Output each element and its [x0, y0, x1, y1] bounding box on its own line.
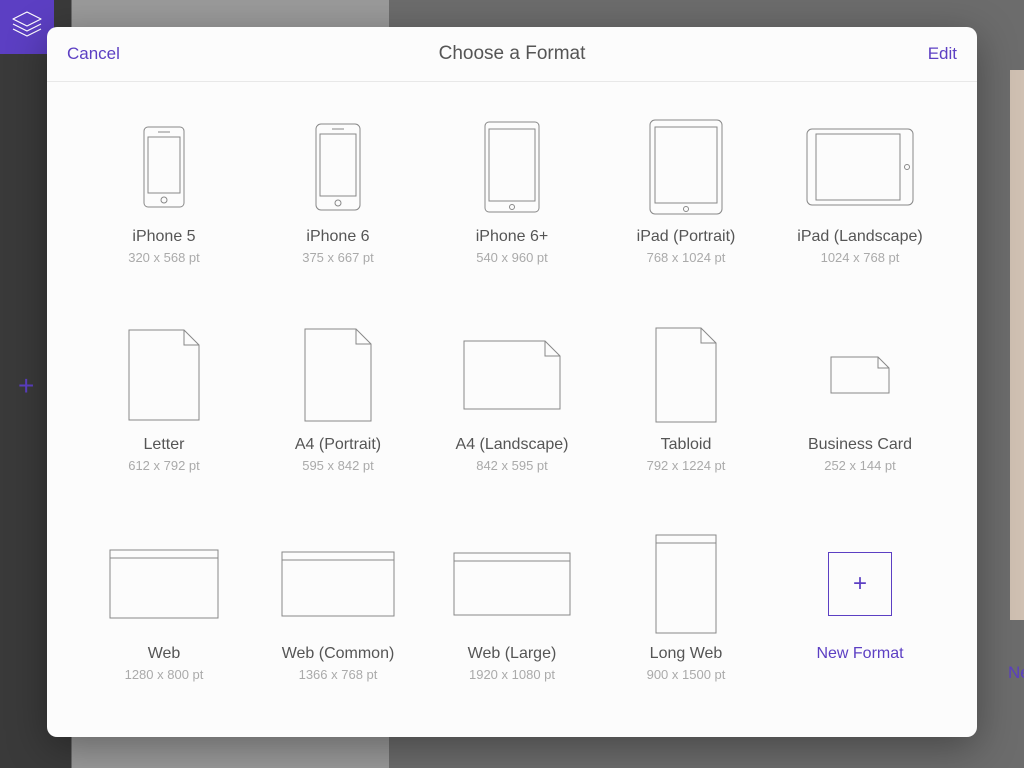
sidebar-plus-icon: +	[18, 370, 34, 402]
format-dims: 1280 x 800 pt	[125, 667, 204, 682]
format-iphone-5[interactable]: iPhone 5 320 x 568 pt	[77, 112, 251, 310]
browser-icon	[77, 529, 251, 639]
format-dims: 1920 x 1080 pt	[469, 667, 555, 682]
format-a4-landscape[interactable]: A4 (Landscape) 842 x 595 pt	[425, 320, 599, 518]
format-label: A4 (Portrait)	[295, 436, 381, 454]
format-web-large[interactable]: Web (Large) 1920 x 1080 pt	[425, 529, 599, 727]
format-dims: 1024 x 768 pt	[821, 250, 900, 265]
format-picker-modal: Cancel Choose a Format Edit iPhone 5 320…	[47, 27, 977, 737]
format-dims: 1366 x 768 pt	[299, 667, 378, 682]
background-new-label: New	[1008, 663, 1024, 683]
format-web[interactable]: Web 1280 x 800 pt	[77, 529, 251, 727]
format-dims: 540 x 960 pt	[476, 250, 548, 265]
format-label: New Format	[816, 645, 903, 663]
edit-button[interactable]: Edit	[928, 44, 957, 64]
format-dims: 900 x 1500 pt	[647, 667, 726, 682]
cancel-button[interactable]: Cancel	[67, 44, 120, 64]
browser-icon	[251, 529, 425, 639]
phone-med-icon	[251, 112, 425, 222]
format-letter[interactable]: Letter 612 x 792 pt	[77, 320, 251, 518]
format-tabloid[interactable]: Tabloid 792 x 1224 pt	[599, 320, 773, 518]
format-label: Letter	[144, 436, 185, 454]
format-iphone-6[interactable]: iPhone 6 375 x 667 pt	[251, 112, 425, 310]
format-a4-portrait[interactable]: A4 (Portrait) 595 x 842 pt	[251, 320, 425, 518]
format-dims: 252 x 144 pt	[824, 458, 896, 473]
format-label: iPhone 6+	[476, 228, 549, 246]
format-label: iPad (Landscape)	[797, 228, 922, 246]
phone-small-icon	[77, 112, 251, 222]
tablet-landscape-icon	[773, 112, 947, 222]
format-dims: 842 x 595 pt	[476, 458, 548, 473]
format-label: iPad (Portrait)	[637, 228, 736, 246]
format-business-card[interactable]: Business Card 252 x 144 pt	[773, 320, 947, 518]
format-label: Web (Large)	[468, 645, 557, 663]
page-tall-icon	[599, 320, 773, 430]
new-format-icon: +	[773, 529, 947, 639]
format-dims: 612 x 792 pt	[128, 458, 200, 473]
format-dims: 768 x 1024 pt	[647, 250, 726, 265]
format-label: iPhone 5	[132, 228, 195, 246]
browser-tall-icon	[599, 529, 773, 639]
page-icon	[251, 320, 425, 430]
background-photo-strip	[1010, 70, 1024, 620]
format-label: Web	[148, 645, 181, 663]
format-label: Tabloid	[661, 436, 712, 454]
format-web-common[interactable]: Web (Common) 1366 x 768 pt	[251, 529, 425, 727]
tablet-portrait-icon	[599, 112, 773, 222]
format-dims: 375 x 667 pt	[302, 250, 374, 265]
browser-wide-icon	[425, 529, 599, 639]
format-label: iPhone 6	[306, 228, 369, 246]
format-dims: 595 x 842 pt	[302, 458, 374, 473]
format-label: A4 (Landscape)	[456, 436, 569, 454]
format-ipad-landscape[interactable]: iPad (Landscape) 1024 x 768 pt	[773, 112, 947, 310]
app-logo-icon	[0, 0, 54, 54]
format-ipad-portrait[interactable]: iPad (Portrait) 768 x 1024 pt	[599, 112, 773, 310]
modal-header: Cancel Choose a Format Edit	[47, 27, 977, 82]
format-new[interactable]: + New Format	[773, 529, 947, 727]
page-icon	[77, 320, 251, 430]
page-card-icon	[773, 320, 947, 430]
format-iphone-6-plus[interactable]: iPhone 6+ 540 x 960 pt	[425, 112, 599, 310]
format-dims: 792 x 1224 pt	[647, 458, 726, 473]
modal-title: Choose a Format	[439, 43, 586, 65]
format-grid: iPhone 5 320 x 568 pt iPhone 6 375 x 667…	[47, 82, 977, 737]
plus-icon: +	[828, 552, 892, 616]
format-label: Long Web	[650, 645, 723, 663]
format-label: Business Card	[808, 436, 912, 454]
format-label: Web (Common)	[282, 645, 395, 663]
page-wide-icon	[425, 320, 599, 430]
format-long-web[interactable]: Long Web 900 x 1500 pt	[599, 529, 773, 727]
format-dims: 320 x 568 pt	[128, 250, 200, 265]
tablet-narrow-icon	[425, 112, 599, 222]
